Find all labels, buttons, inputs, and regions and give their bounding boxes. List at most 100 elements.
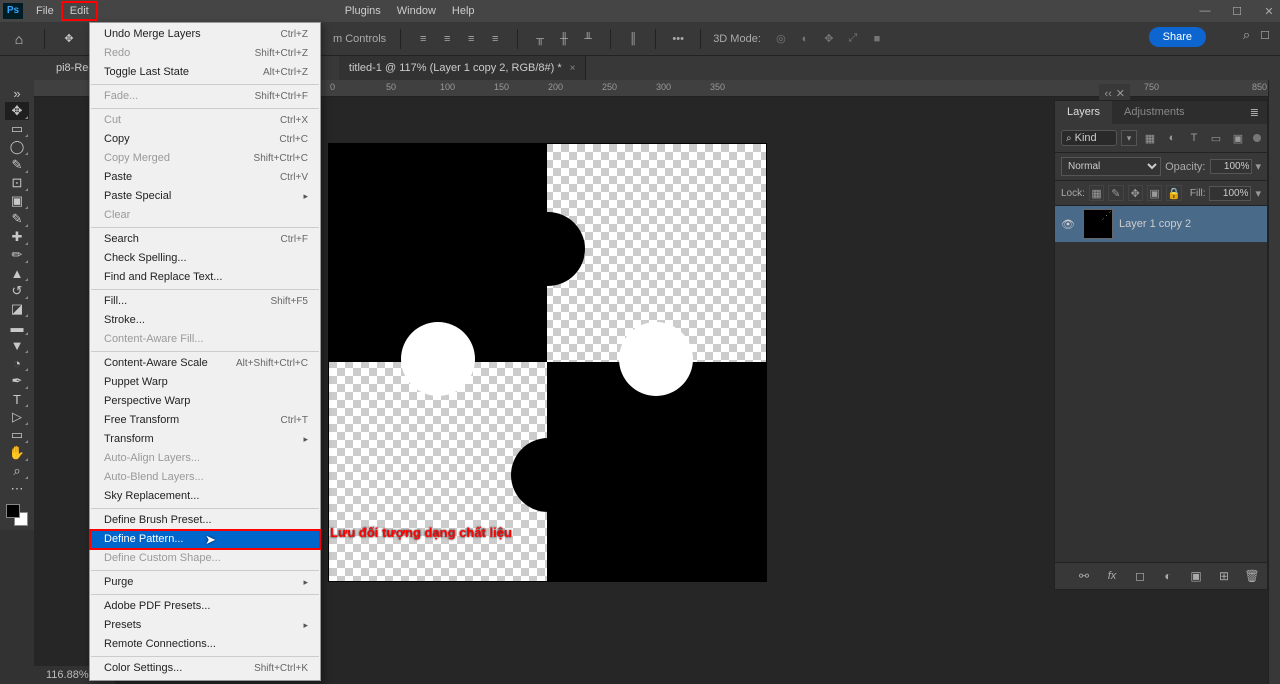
tab-layers[interactable]: Layers	[1055, 101, 1112, 124]
delete-layer-icon[interactable]: 🗑	[1243, 567, 1261, 585]
dist-vcenter-icon[interactable]: ╫	[554, 29, 574, 49]
menuitem-search[interactable]: SearchCtrl+F	[90, 230, 320, 249]
opacity-input[interactable]	[1210, 159, 1252, 174]
document-canvas[interactable]	[329, 144, 766, 581]
zoom-level[interactable]: 116.88%	[46, 669, 89, 681]
dist-vertical-icon[interactable]: ║	[623, 29, 643, 49]
hand-tool[interactable]: ✋	[5, 444, 29, 462]
menu-plugins[interactable]: Plugins	[337, 2, 389, 20]
layer-list[interactable]: 👁 Layer 1 copy 2	[1055, 206, 1267, 562]
panel-menu-icon[interactable]: ≣	[1242, 101, 1267, 124]
color-swatches[interactable]	[6, 504, 28, 526]
close-tab-icon[interactable]: ×	[570, 63, 576, 74]
adjustment-layer-icon[interactable]: ◐	[1159, 567, 1177, 585]
eyedropper-tool[interactable]: ✎	[5, 210, 29, 228]
lock-transparent-icon[interactable]: ▦	[1089, 185, 1104, 201]
menuitem-color-settings[interactable]: Color Settings...Shift+Ctrl+K	[90, 659, 320, 678]
panels-collapse-icon[interactable]: ‹‹	[1104, 88, 1111, 100]
3d-pan-icon[interactable]: ✥	[819, 29, 839, 49]
filter-drop-icon[interactable]: ▾	[1121, 130, 1137, 146]
lock-artboard-icon[interactable]: ▣	[1147, 185, 1162, 201]
menuitem-remote-connections[interactable]: Remote Connections...	[90, 635, 320, 654]
3d-orbit-icon[interactable]: ◎	[771, 29, 791, 49]
filter-shape-icon[interactable]: ▭	[1207, 129, 1225, 147]
visibility-toggle-icon[interactable]: 👁	[1059, 218, 1077, 231]
new-layer-icon[interactable]: ⊞	[1215, 567, 1233, 585]
menuitem-perspective-warp[interactable]: Perspective Warp	[90, 392, 320, 411]
align-left-icon[interactable]: ≡	[413, 29, 433, 49]
lock-all-icon[interactable]: 🔒	[1166, 185, 1182, 201]
group-icon[interactable]: ▣	[1187, 567, 1205, 585]
menuitem-stroke[interactable]: Stroke...	[90, 311, 320, 330]
edit-toolbar-icon[interactable]: ⋯	[5, 480, 29, 498]
lock-position-icon[interactable]: ✥	[1128, 185, 1143, 201]
filter-smart-icon[interactable]: ▣	[1229, 129, 1247, 147]
move-tool[interactable]: ✥	[5, 102, 29, 120]
link-layers-icon[interactable]: ⚯	[1075, 567, 1093, 585]
more-icon[interactable]: •••	[668, 29, 688, 49]
blend-mode-select[interactable]: Normal	[1061, 157, 1161, 176]
menu-edit[interactable]: Edit	[62, 2, 97, 20]
path-select-tool[interactable]: ▷	[5, 408, 29, 426]
filter-type-icon[interactable]: T	[1185, 129, 1203, 147]
tab-adjustments[interactable]: Adjustments	[1112, 101, 1197, 124]
home-icon[interactable]: ⌂	[6, 28, 32, 50]
workspace-icon[interactable]: ☐	[1260, 29, 1270, 42]
share-button[interactable]: Share	[1149, 27, 1206, 47]
menuitem-undo-merge-layers[interactable]: Undo Merge LayersCtrl+Z	[90, 25, 320, 44]
close-button[interactable]: ✕	[1262, 5, 1276, 18]
blur-tool[interactable]: ▼	[5, 336, 29, 354]
menuitem-puppet-warp[interactable]: Puppet Warp	[90, 373, 320, 392]
dist-top-icon[interactable]: ╥	[530, 29, 550, 49]
menuitem-purge[interactable]: Purge	[90, 573, 320, 592]
mask-icon[interactable]: ◻	[1131, 567, 1149, 585]
lock-image-icon[interactable]: ✎	[1108, 185, 1123, 201]
opacity-chevron-icon[interactable]: ▾	[1255, 160, 1261, 173]
type-tool[interactable]: T	[5, 390, 29, 408]
menuitem-sky-replacement[interactable]: Sky Replacement...	[90, 487, 320, 506]
menuitem-presets[interactable]: Presets	[90, 616, 320, 635]
layer-row[interactable]: 👁 Layer 1 copy 2	[1055, 206, 1267, 242]
menuitem-paste[interactable]: PasteCtrl+V	[90, 168, 320, 187]
marquee-tool[interactable]: ▭	[5, 120, 29, 138]
move-tool-icon[interactable]: ✥	[57, 28, 81, 50]
minimize-button[interactable]: —	[1198, 5, 1212, 17]
collapse-icon[interactable]: »	[5, 84, 29, 102]
menuitem-find-and-replace-text[interactable]: Find and Replace Text...	[90, 268, 320, 287]
menuitem-fill[interactable]: Fill...Shift+F5	[90, 292, 320, 311]
gradient-tool[interactable]: ▬	[5, 318, 29, 336]
eraser-tool[interactable]: ◪	[5, 300, 29, 318]
menuitem-transform[interactable]: Transform	[90, 430, 320, 449]
menuitem-copy[interactable]: CopyCtrl+C	[90, 130, 320, 149]
lasso-tool[interactable]: ◯	[5, 138, 29, 156]
layer-thumbnail[interactable]	[1083, 209, 1113, 239]
crop-tool[interactable]: ⊡	[5, 174, 29, 192]
align-right-icon[interactable]: ≡	[461, 29, 481, 49]
frame-tool[interactable]: ▣	[5, 192, 29, 210]
menuitem-content-aware-scale[interactable]: Content-Aware ScaleAlt+Shift+Ctrl+C	[90, 354, 320, 373]
menuitem-toggle-last-state[interactable]: Toggle Last StateAlt+Ctrl+Z	[90, 63, 320, 82]
menuitem-adobe-pdf-presets[interactable]: Adobe PDF Presets...	[90, 597, 320, 616]
dodge-tool[interactable]: ◔	[5, 354, 29, 372]
search-icon[interactable]: ⌕	[1243, 27, 1250, 43]
panels-close-icon[interactable]: ✕	[1116, 87, 1125, 100]
menu-window[interactable]: Window	[389, 2, 444, 20]
maximize-button[interactable]: ☐	[1230, 5, 1244, 18]
filter-kind-select[interactable]: ⌕ Kind	[1061, 130, 1117, 146]
history-brush-tool[interactable]: ↺	[5, 282, 29, 300]
healing-tool[interactable]: ✚	[5, 228, 29, 246]
fill-chevron-icon[interactable]: ▾	[1255, 187, 1261, 200]
foreground-swatch[interactable]	[6, 504, 20, 518]
dist-bottom-icon[interactable]: ╨	[578, 29, 598, 49]
3d-slide-icon[interactable]: ⤢	[843, 29, 863, 49]
fx-icon[interactable]: fx	[1103, 567, 1121, 585]
menu-help[interactable]: Help	[444, 2, 483, 20]
zoom-tool[interactable]: ⌕	[5, 462, 29, 480]
fill-input[interactable]	[1209, 186, 1251, 201]
menuitem-free-transform[interactable]: Free TransformCtrl+T	[90, 411, 320, 430]
align-justify-icon[interactable]: ≡	[485, 29, 505, 49]
filter-adjust-icon[interactable]: ◐	[1163, 129, 1181, 147]
menuitem-define-brush-preset[interactable]: Define Brush Preset...	[90, 511, 320, 530]
align-center-h-icon[interactable]: ≡	[437, 29, 457, 49]
stamp-tool[interactable]: ▲	[5, 264, 29, 282]
